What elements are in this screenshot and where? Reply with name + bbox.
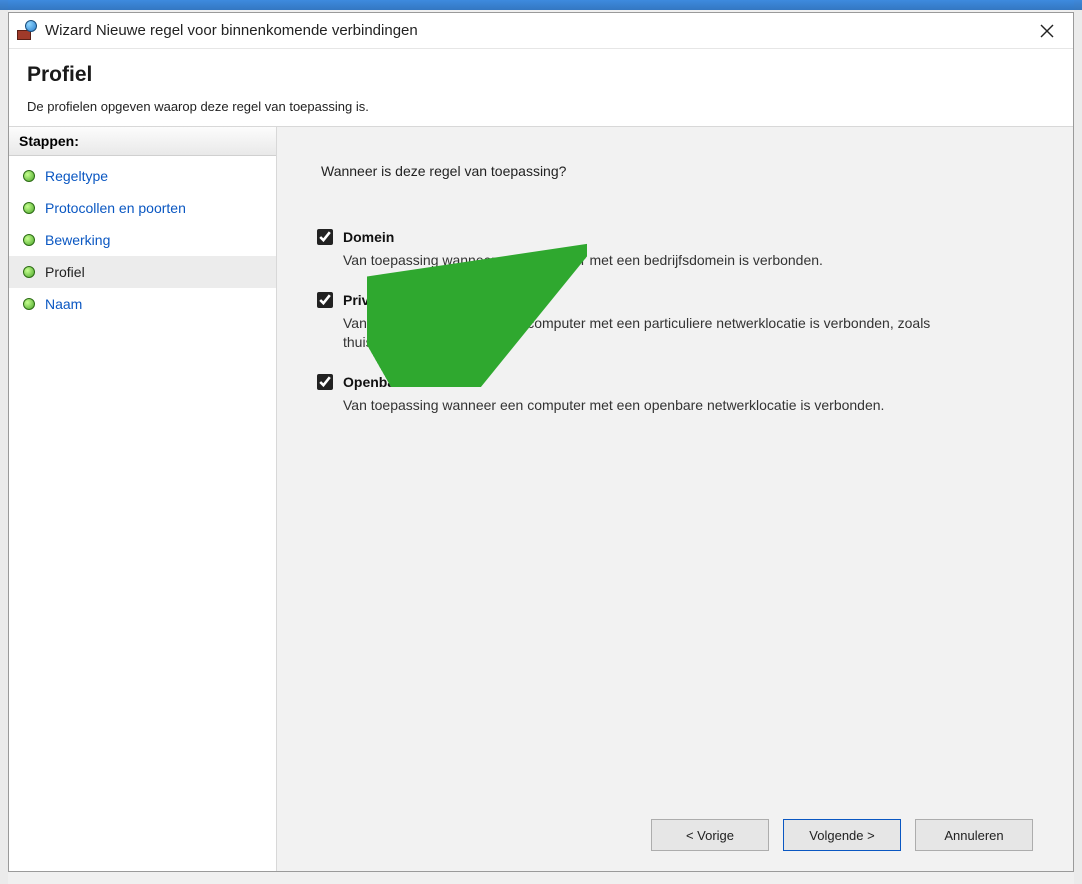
option-label: Openbaar [343,374,408,390]
back-button[interactable]: < Vorige [651,819,769,851]
step-bullet-icon [23,266,35,278]
page-subtitle: De profielen opgeven waarop deze regel v… [27,99,1055,114]
wizard-body: Stappen: Regeltype Protocollen en poorte… [9,127,1073,871]
background-edge-left [0,0,8,884]
option-label: Domein [343,229,394,245]
page-title: Profiel [27,63,1055,87]
option-description: Van toepassing wanneer een computer met … [343,314,963,352]
titlebar: Wizard Nieuwe regel voor binnenkomende v… [9,13,1073,49]
step-label: Bewerking [45,232,110,248]
next-button[interactable]: Volgende > [783,819,901,851]
wizard-buttons: < Vorige Volgende > Annuleren [317,799,1033,851]
cancel-button[interactable]: Annuleren [915,819,1033,851]
checkbox-prive[interactable] [317,292,333,308]
checkbox-openbaar[interactable] [317,374,333,390]
option-domein: Domein Van toepassing wanneer een comput… [317,229,1033,270]
firewall-wizard-icon [17,22,35,40]
step-bewerking[interactable]: Bewerking [9,224,276,256]
background-top-accent [0,0,1082,10]
step-label: Regeltype [45,168,108,184]
step-bullet-icon [23,202,35,214]
step-bullet-icon [23,234,35,246]
option-label: Privé [343,292,377,308]
step-bullet-icon [23,170,35,182]
steps-sidebar: Stappen: Regeltype Protocollen en poorte… [9,127,277,871]
steps-heading: Stappen: [9,127,276,156]
window-title: Wizard Nieuwe regel voor binnenkomende v… [41,22,1027,39]
step-label: Naam [45,296,82,312]
option-description: Van toepassing wanneer een computer met … [343,396,963,415]
step-bullet-icon [23,298,35,310]
step-naam[interactable]: Naam [9,288,276,320]
wizard-header: Profiel De profielen opgeven waarop deze… [9,49,1073,127]
background-edge-right [1074,0,1082,884]
step-profiel[interactable]: Profiel [9,256,276,288]
step-label: Profiel [45,264,85,280]
wizard-content: Wanneer is deze regel van toepassing? Do… [277,127,1073,871]
wizard-window: Wizard Nieuwe regel voor binnenkomende v… [8,12,1074,872]
step-regeltype[interactable]: Regeltype [9,160,276,192]
profile-options: Domein Van toepassing wanneer een comput… [317,229,1033,415]
steps-list: Regeltype Protocollen en poorten Bewerki… [9,156,276,324]
option-prive: Privé Van toepassing wanneer een compute… [317,292,1033,352]
option-description: Van toepassing wanneer een computer met … [343,251,963,270]
checkbox-domein[interactable] [317,229,333,245]
content-question: Wanneer is deze regel van toepassing? [321,163,1033,179]
step-protocollen-en-poorten[interactable]: Protocollen en poorten [9,192,276,224]
option-openbaar: Openbaar Van toepassing wanneer een comp… [317,374,1033,415]
close-icon [1040,24,1054,38]
close-button[interactable] [1027,17,1067,45]
step-label: Protocollen en poorten [45,200,186,216]
